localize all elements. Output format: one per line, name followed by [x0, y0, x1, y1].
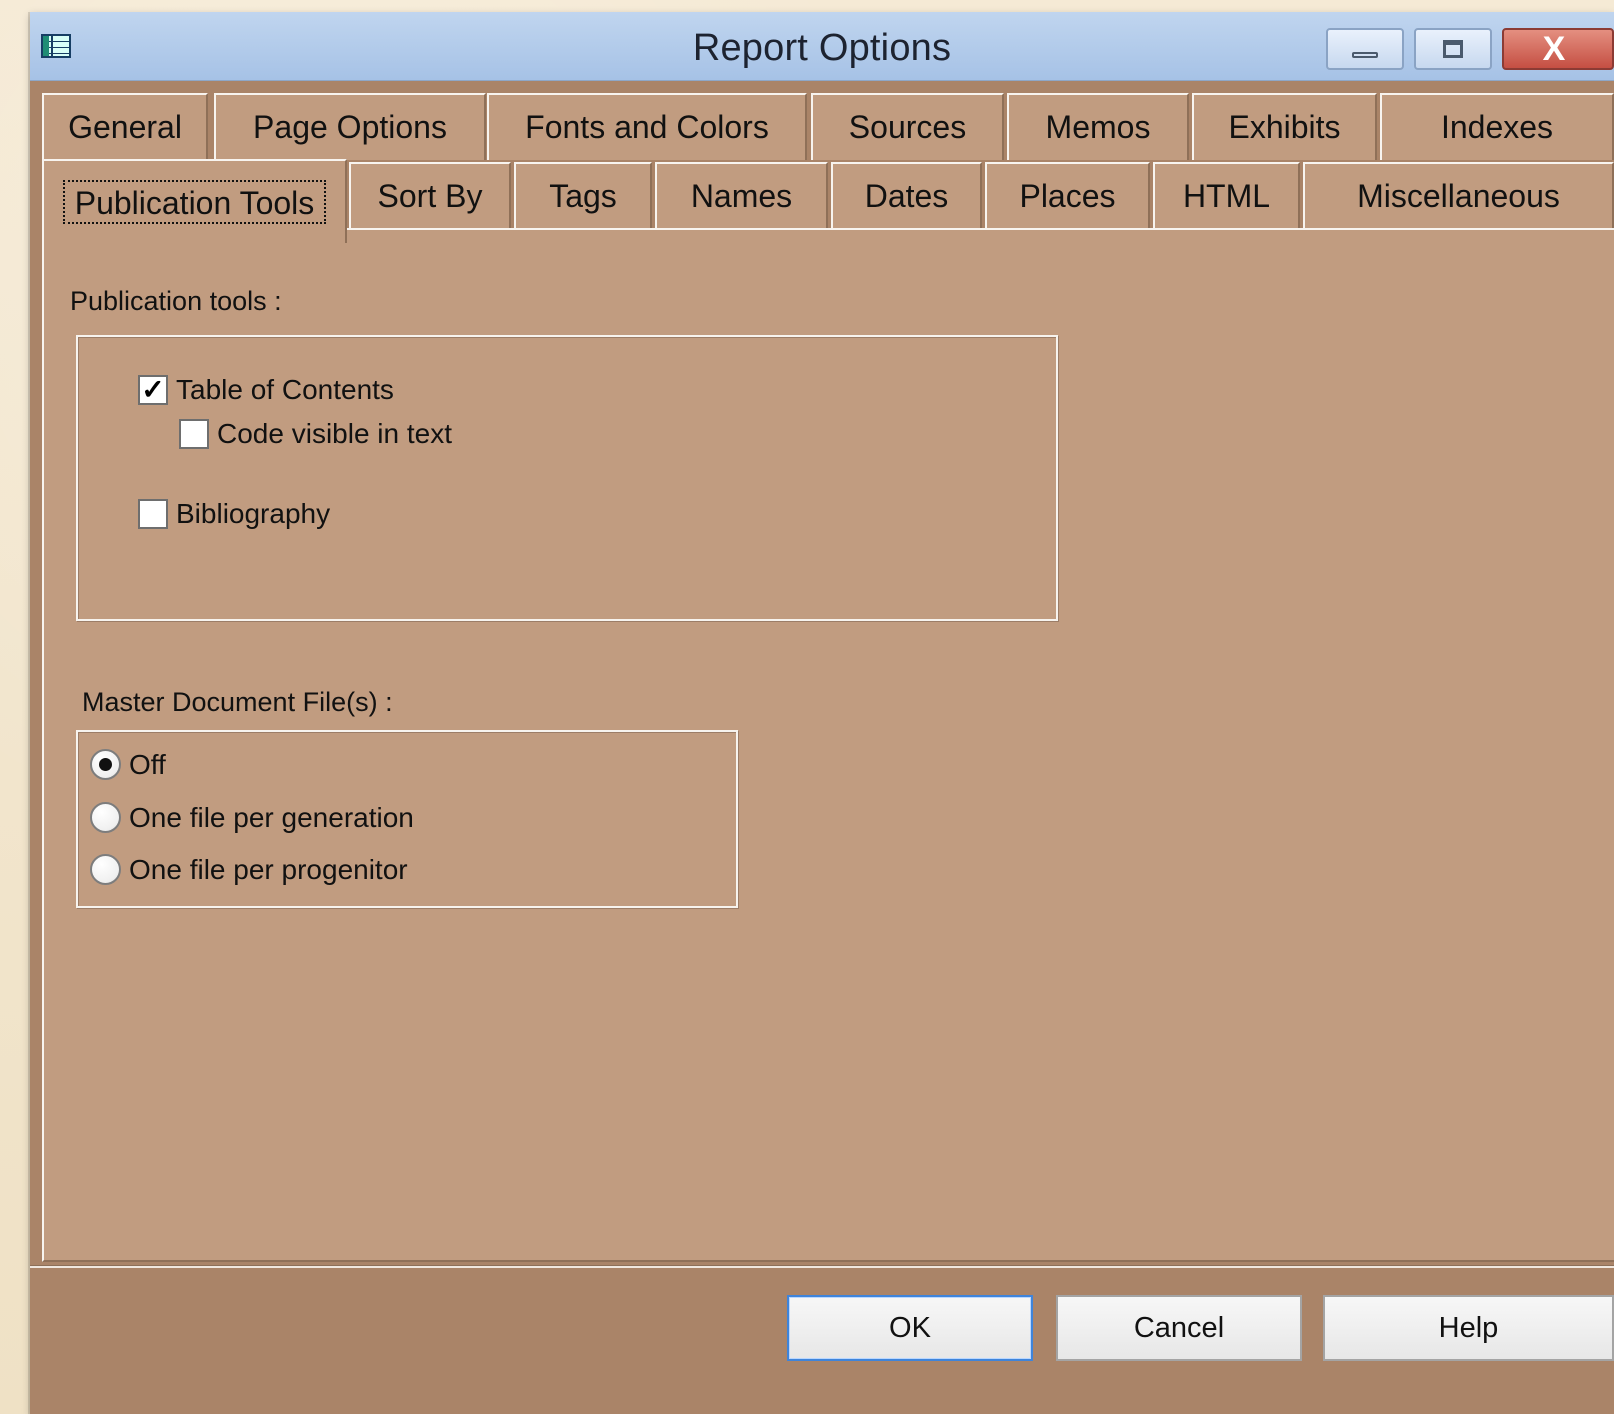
tab-general[interactable]: General — [42, 93, 208, 160]
tab-label: Tags — [549, 178, 617, 214]
help-button-label: Help — [1438, 1311, 1499, 1344]
tab-label: Exhibits — [1228, 109, 1341, 145]
table-of-contents-checkbox[interactable]: ✓ — [138, 375, 168, 405]
tab-html[interactable]: HTML — [1153, 162, 1300, 229]
tab-panel-publication-tools: Publication tools : ✓ Table of Contents … — [42, 228, 1614, 1262]
tab-label: Dates — [864, 178, 949, 214]
tab-label: Page Options — [253, 109, 447, 145]
table-of-contents-label: Table of Contents — [176, 374, 394, 405]
ok-button[interactable]: OK — [787, 1295, 1033, 1361]
tab-page-options[interactable]: Page Options — [214, 93, 486, 160]
tab-exhibits[interactable]: Exhibits — [1192, 93, 1377, 160]
ok-button-label: OK — [889, 1311, 931, 1344]
minimize-button[interactable] — [1326, 28, 1404, 70]
tab-label: Indexes — [1440, 109, 1554, 145]
close-icon: X — [1542, 30, 1566, 68]
tab-sort-by[interactable]: Sort By — [349, 162, 511, 229]
tab-label: General — [68, 109, 182, 145]
bibliography-label: Bibliography — [176, 498, 331, 529]
help-button[interactable]: Help — [1323, 1295, 1614, 1361]
footer-separator — [30, 1266, 1614, 1268]
tab-label: Sources — [848, 109, 967, 145]
tab-names[interactable]: Names — [655, 162, 828, 229]
minimize-icon — [1352, 52, 1378, 58]
tab-tags[interactable]: Tags — [514, 162, 652, 229]
tab-label: HTML — [1182, 178, 1271, 214]
tab-label: Memos — [1045, 109, 1151, 145]
one-file-per-progenitor-label: One file per progenitor — [129, 853, 408, 885]
off-label: Off — [129, 748, 166, 780]
master-document-group: Off One file per generation One file per… — [76, 730, 738, 908]
one-file-per-generation-label: One file per generation — [129, 801, 414, 833]
master-one-file-per-progenitor-option[interactable]: One file per progenitor — [90, 854, 408, 885]
table-of-contents-option[interactable]: ✓ Table of Contents — [138, 375, 394, 405]
maximize-button[interactable] — [1414, 28, 1492, 70]
publication-tools-label: Publication tools : — [70, 286, 282, 316]
code-visible-label: Code visible in text — [217, 418, 453, 449]
tab-label: Miscellaneous — [1357, 178, 1560, 214]
tab-label: Publication Tools — [62, 180, 327, 224]
tab-label: Places — [1019, 178, 1116, 214]
tab-label: Fonts and Colors — [525, 109, 769, 145]
tab-fonts-and-colors[interactable]: Fonts and Colors — [487, 93, 807, 160]
close-button[interactable]: X — [1502, 28, 1614, 70]
tab-strip: General Page Options Fonts and Colors So… — [40, 93, 1614, 243]
cancel-button[interactable]: Cancel — [1056, 1295, 1302, 1361]
master-document-label: Master Document File(s) : — [82, 687, 393, 717]
code-visible-checkbox[interactable] — [179, 419, 209, 449]
tab-sources[interactable]: Sources — [811, 93, 1004, 160]
tab-dates[interactable]: Dates — [831, 162, 982, 229]
selected-dot-icon — [99, 758, 112, 771]
titlebar: Report Options X — [30, 12, 1614, 81]
one-file-per-progenitor-radio[interactable] — [90, 854, 121, 885]
tab-places[interactable]: Places — [985, 162, 1150, 229]
bibliography-checkbox[interactable] — [138, 499, 168, 529]
tab-publication-tools[interactable]: Publication Tools — [42, 159, 347, 243]
cancel-button-label: Cancel — [1133, 1311, 1225, 1344]
one-file-per-generation-radio[interactable] — [90, 802, 121, 833]
tab-memos[interactable]: Memos — [1007, 93, 1189, 160]
off-radio[interactable] — [90, 749, 121, 780]
master-one-file-per-generation-option[interactable]: One file per generation — [90, 802, 414, 833]
tab-miscellaneous[interactable]: Miscellaneous — [1303, 162, 1614, 229]
publication-tools-group: ✓ Table of Contents Code visible in text… — [76, 335, 1058, 621]
report-options-window: Report Options X General Page Options Fo… — [30, 12, 1614, 1414]
maximize-icon — [1443, 40, 1463, 58]
tab-label: Sort By — [377, 178, 483, 214]
bibliography-option[interactable]: Bibliography — [138, 499, 330, 529]
tab-label: Names — [690, 178, 793, 214]
master-off-option[interactable]: Off — [90, 749, 166, 780]
code-visible-option[interactable]: Code visible in text — [179, 419, 452, 449]
tab-indexes[interactable]: Indexes — [1380, 93, 1614, 160]
